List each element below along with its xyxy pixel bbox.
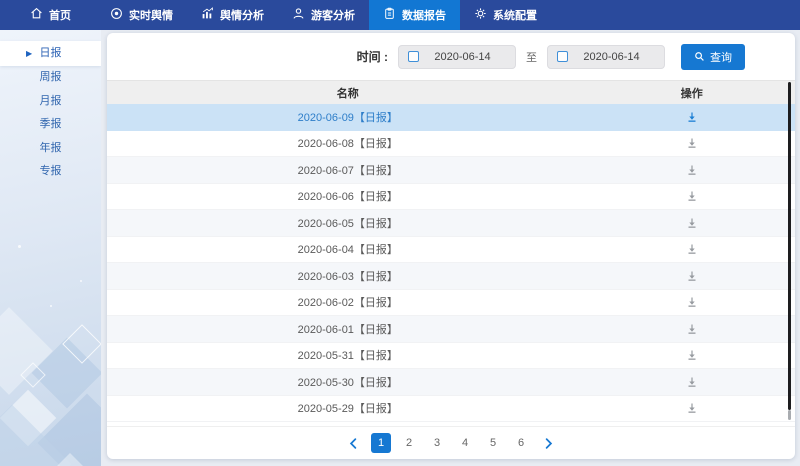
report-name: 2020-06-04【日报】: [107, 237, 589, 263]
triangle-marker-icon: ▶: [26, 41, 32, 66]
table-row[interactable]: 2020-05-29【日报】: [107, 396, 795, 423]
table-row[interactable]: 2020-06-09【日报】: [107, 104, 795, 131]
table-header: 名称 操作: [107, 80, 795, 104]
date-range-to-label: 至: [526, 49, 537, 65]
table-row[interactable]: 2020-06-03【日报】: [107, 263, 795, 290]
eye-icon: [110, 7, 123, 23]
page-button-2[interactable]: 2: [399, 433, 419, 453]
date-to-value: 2020-06-14: [568, 51, 655, 63]
report-name: 2020-06-05【日报】: [107, 210, 589, 236]
download-icon[interactable]: [686, 164, 698, 176]
nav-label: 首页: [49, 7, 71, 23]
vertical-scrollbar-tip: [788, 410, 791, 420]
download-icon[interactable]: [686, 217, 698, 229]
page-button-5[interactable]: 5: [483, 433, 503, 453]
sidebar-item-special-report[interactable]: 专报: [0, 160, 101, 184]
column-header-name: 名称: [107, 81, 589, 104]
sidebar-item-label: 专报: [40, 165, 62, 177]
page-button-3[interactable]: 3: [427, 433, 447, 453]
sidebar-item-label: 年报: [40, 142, 62, 154]
table-row[interactable]: 2020-06-04【日报】: [107, 237, 795, 264]
table-row[interactable]: 2020-06-06【日报】: [107, 184, 795, 211]
time-filter-label: 时间 :: [357, 48, 388, 65]
table-row[interactable]: 2020-06-01【日报】: [107, 316, 795, 343]
download-icon[interactable]: [686, 376, 698, 388]
search-icon: [694, 51, 705, 62]
nav-label: 系统配置: [493, 7, 537, 23]
nav-item-reports[interactable]: 数据报告: [369, 0, 460, 30]
nav-label: 数据报告: [402, 7, 446, 23]
sidebar-item-quarterly-report[interactable]: 季报: [0, 113, 101, 137]
report-name: 2020-06-07【日报】: [107, 157, 589, 183]
sidebar-item-weekly-report[interactable]: 周报: [0, 66, 101, 90]
report-name: 2020-05-29【日报】: [107, 396, 589, 422]
nav-item-realtime[interactable]: 实时舆情: [96, 0, 187, 30]
sidebar-menu: ▶ 日报 周报 月报 季报 年报 专报: [0, 30, 101, 184]
download-icon[interactable]: [686, 137, 698, 149]
sidebar-item-daily-report[interactable]: ▶ 日报: [0, 41, 101, 66]
nav-label: 游客分析: [311, 7, 355, 23]
calendar-checkbox-icon: [408, 51, 419, 62]
search-button[interactable]: 查询: [681, 44, 745, 70]
download-icon[interactable]: [686, 190, 698, 202]
download-icon[interactable]: [686, 111, 698, 123]
report-name: 2020-06-01【日报】: [107, 316, 589, 342]
table-row[interactable]: 2020-06-08【日报】: [107, 131, 795, 158]
filter-bar: 时间 : 2020-06-14 至 2020-06-14 查询: [107, 33, 795, 80]
table-row[interactable]: 2020-06-02【日报】: [107, 290, 795, 317]
date-from-value: 2020-06-14: [419, 51, 506, 63]
download-icon[interactable]: [686, 243, 698, 255]
sidebar-item-yearly-report[interactable]: 年报: [0, 137, 101, 161]
sidebar-item-label: 月报: [40, 95, 62, 107]
sidebar-item-label: 日报: [40, 47, 62, 59]
top-navbar: 首页 实时舆情 舆情分析 游客分析 数据报告 系统配置: [0, 0, 800, 30]
search-button-label: 查询: [710, 49, 732, 65]
table-row[interactable]: 2020-05-30【日报】: [107, 369, 795, 396]
report-name: 2020-06-09【日报】: [107, 104, 589, 130]
report-name: 2020-06-06【日报】: [107, 184, 589, 210]
nav-item-analysis[interactable]: 舆情分析: [187, 0, 278, 30]
date-from-input[interactable]: 2020-06-14: [398, 45, 516, 69]
table-row[interactable]: 2020-05-31【日报】: [107, 343, 795, 370]
nav-item-home[interactable]: 首页: [5, 0, 96, 30]
pagination: 1 2 3 4 5 6: [107, 426, 795, 459]
report-name: 2020-06-08【日报】: [107, 131, 589, 157]
report-table: 2020-06-09【日报】 2020-06-08【日报】 2020-06-07…: [107, 104, 795, 426]
table-row[interactable]: 2020-06-07【日报】: [107, 157, 795, 184]
report-icon: [383, 7, 396, 23]
nav-item-settings[interactable]: 系统配置: [460, 0, 551, 30]
page-button-1[interactable]: 1: [371, 433, 391, 453]
chevron-right-icon[interactable]: [539, 437, 558, 450]
sidebar-item-label: 周报: [40, 71, 62, 83]
user-icon: [292, 7, 305, 23]
chart-icon: [201, 7, 214, 23]
report-name: 2020-06-03【日报】: [107, 263, 589, 289]
sidebar: ▶ 日报 周报 月报 季报 年报 专报: [0, 30, 101, 466]
download-icon[interactable]: [686, 323, 698, 335]
column-header-operation: 操作: [589, 81, 795, 104]
table-row[interactable]: 2020-06-05【日报】: [107, 210, 795, 237]
report-name: 2020-05-31【日报】: [107, 343, 589, 369]
sidebar-item-label: 季报: [40, 118, 62, 130]
vertical-scrollbar-thumb[interactable]: [788, 82, 791, 410]
sidebar-item-monthly-report[interactable]: 月报: [0, 90, 101, 114]
chevron-left-icon[interactable]: [344, 437, 363, 450]
download-icon[interactable]: [686, 270, 698, 282]
home-icon: [30, 7, 43, 23]
download-icon[interactable]: [686, 296, 698, 308]
report-name: 2020-06-02【日报】: [107, 290, 589, 316]
page-button-6[interactable]: 6: [511, 433, 531, 453]
calendar-checkbox-icon: [557, 51, 568, 62]
page-button-4[interactable]: 4: [455, 433, 475, 453]
download-icon[interactable]: [686, 402, 698, 414]
nav-item-visitor[interactable]: 游客分析: [278, 0, 369, 30]
report-name: 2020-05-30【日报】: [107, 369, 589, 395]
gear-icon: [474, 7, 487, 23]
download-icon[interactable]: [686, 349, 698, 361]
nav-label: 舆情分析: [220, 7, 264, 23]
nav-label: 实时舆情: [129, 7, 173, 23]
content-panel: 时间 : 2020-06-14 至 2020-06-14 查询 名称 操作 20…: [107, 33, 795, 459]
date-to-input[interactable]: 2020-06-14: [547, 45, 665, 69]
